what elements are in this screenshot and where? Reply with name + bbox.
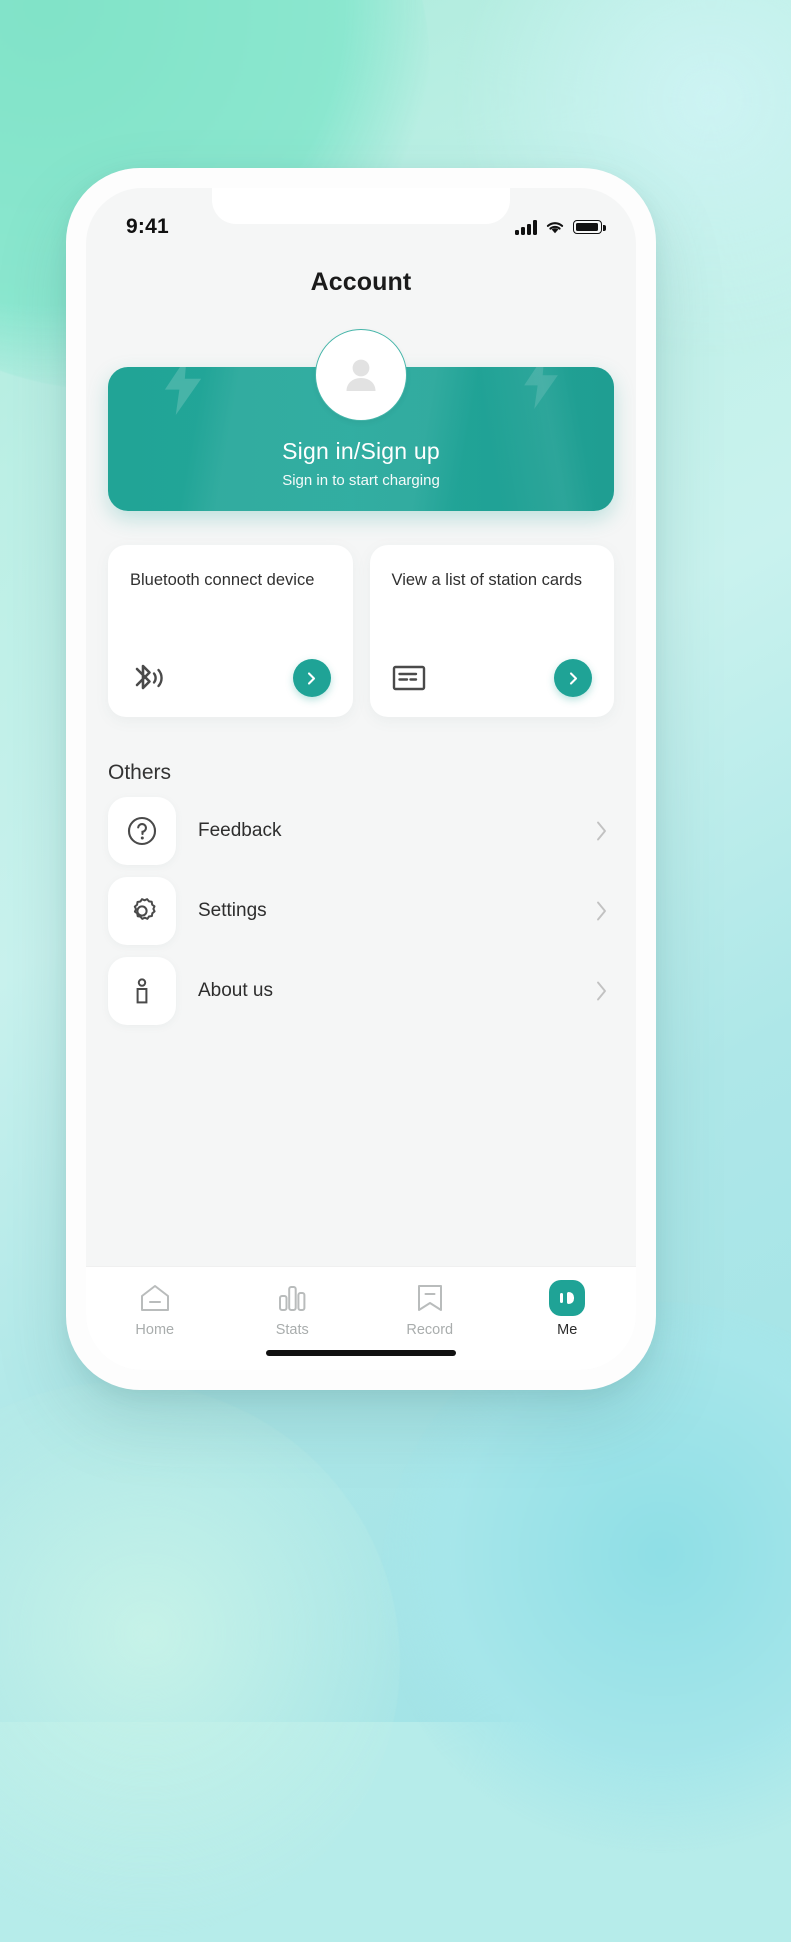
bluetooth-audio-icon <box>130 660 164 696</box>
bookmark-icon <box>415 1281 445 1315</box>
tab-label: Me <box>557 1322 578 1338</box>
tab-label: Record <box>406 1322 454 1338</box>
background-blob-bottom-left <box>0 1382 400 1942</box>
me-face-icon <box>549 1280 586 1316</box>
gear-icon <box>108 877 176 945</box>
feature-card-go-button[interactable] <box>292 659 331 697</box>
chevron-right-icon <box>595 820 608 842</box>
feature-card-bluetooth[interactable]: Bluetooth connect device <box>108 545 353 717</box>
status-bar-time: 9:41 <box>126 215 169 238</box>
sign-in-banner-wrapper: Sign in/Sign up Sign in to start chargin… <box>86 329 636 511</box>
station-card-icon <box>392 664 426 692</box>
phone-screen: 9:41 Account Sign in/Sign up Sign in to … <box>86 188 636 1370</box>
tab-label: Stats <box>275 1322 309 1338</box>
feature-card-go-button[interactable] <box>554 659 592 697</box>
phone-mockup: 9:41 Account Sign in/Sign up Sign in to … <box>66 168 656 1390</box>
sign-in-title: Sign in/Sign up <box>282 438 440 464</box>
page-title: Account <box>310 268 412 296</box>
tab-label: Home <box>135 1322 175 1338</box>
feature-card-footer <box>392 659 592 697</box>
list-item-label: Feedback <box>198 820 282 841</box>
chevron-right-icon <box>307 671 316 685</box>
chevron-right-icon <box>569 671 577 685</box>
feature-card-station-cards[interactable]: View a list of station cards <box>369 545 614 717</box>
others-section-title: Others <box>108 761 172 784</box>
tab-record[interactable]: Record <box>361 1281 499 1338</box>
user-avatar-icon <box>346 359 376 391</box>
feature-card-title: View a list of station cards <box>391 571 582 589</box>
tab-stats[interactable]: Stats <box>224 1281 362 1338</box>
list-item-label: About us <box>198 980 273 1001</box>
list-item-label: Settings <box>198 900 267 921</box>
wifi-icon <box>546 221 564 233</box>
home-indicator <box>266 1350 456 1356</box>
others-list: Feedback Settings About us <box>86 791 636 1031</box>
list-item-settings[interactable]: Settings <box>108 871 614 951</box>
avatar[interactable] <box>315 329 407 421</box>
feature-card-list: Bluetooth connect device View a list of … <box>86 545 636 717</box>
list-item-feedback[interactable]: Feedback <box>108 791 614 871</box>
tab-me[interactable]: Me <box>499 1280 637 1338</box>
bar-chart-icon <box>276 1281 308 1315</box>
home-icon <box>139 1281 171 1315</box>
chevron-right-icon <box>595 900 608 922</box>
list-item-about-us[interactable]: About us <box>108 951 614 1031</box>
status-bar: 9:41 <box>86 188 636 250</box>
feature-card-title: Bluetooth connect device <box>130 571 315 589</box>
cellular-signal-icon <box>515 219 537 235</box>
lightning-bolt-decoration-left <box>164 367 202 415</box>
sign-in-banner-text: Sign in/Sign up Sign in to start chargin… <box>108 438 614 489</box>
info-person-icon <box>108 957 176 1025</box>
sign-in-subtitle: Sign in to start charging <box>282 472 440 489</box>
feature-card-footer <box>130 659 331 697</box>
lightning-bolt-decoration-right <box>524 367 558 409</box>
tab-home[interactable]: Home <box>86 1281 224 1338</box>
battery-icon <box>573 220 606 234</box>
chevron-right-icon <box>595 980 608 1002</box>
status-bar-icons <box>515 219 606 235</box>
question-mark-circle-icon <box>108 797 176 865</box>
